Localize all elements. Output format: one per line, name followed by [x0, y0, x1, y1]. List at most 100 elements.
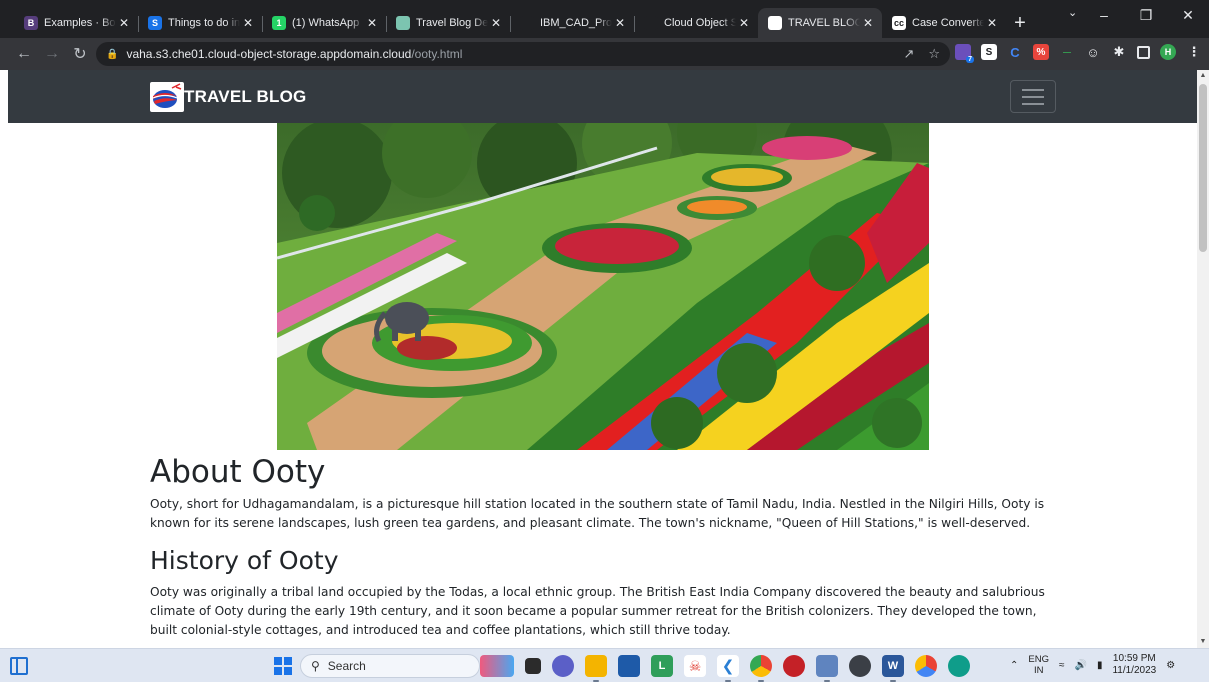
- wifi-icon[interactable]: ≈: [1059, 660, 1065, 671]
- forward-icon[interactable]: →: [38, 40, 66, 68]
- tab-favicon-icon: [768, 16, 782, 30]
- side-panel-icon[interactable]: [1137, 45, 1150, 59]
- volume-icon[interactable]: 🔊: [1074, 660, 1086, 671]
- extension-zotero-icon[interactable]: %: [1033, 44, 1049, 60]
- browser-tab[interactable]: B Examples · Boo ✕: [14, 8, 138, 38]
- bookmark-star-icon[interactable]: ☆: [928, 46, 940, 62]
- browser-tab-strip: B Examples · Boo ✕ S Things to do in ✕ 1 (1) Wh…: [0, 0, 1209, 38]
- share-icon[interactable]: ↗: [903, 46, 914, 62]
- edge-icon[interactable]: [948, 655, 970, 677]
- tab-close-icon[interactable]: ✕: [984, 16, 1000, 30]
- extensions-puzzle-icon[interactable]: ✱: [1111, 44, 1127, 60]
- widgets-icon[interactable]: [10, 657, 28, 675]
- tab-title: IBM_CAD_Proje: [540, 17, 612, 29]
- browser-tab[interactable]: Cloud Object St ✕: [634, 8, 758, 38]
- language-bottom: IN: [1033, 665, 1044, 676]
- extensions-area: 7 S C % — ☺ ✱ H ⋮: [955, 44, 1202, 63]
- microsoft-store-icon[interactable]: [618, 655, 640, 677]
- github-desktop-icon[interactable]: [849, 655, 871, 677]
- tab-title: Cloud Object St: [664, 17, 736, 29]
- extension-green-icon[interactable]: —: [1059, 44, 1075, 60]
- profile-avatar[interactable]: H: [1160, 44, 1176, 60]
- teams-chat-icon[interactable]: [552, 655, 574, 677]
- browser-tab[interactable]: S Things to do in ✕: [138, 8, 262, 38]
- libreoffice-icon[interactable]: L: [651, 655, 673, 677]
- notifications-icon[interactable]: ⚙: [1166, 660, 1175, 671]
- browser-tab[interactable]: IBM_CAD_Proje✕: [510, 8, 634, 38]
- tab-close-icon[interactable]: ✕: [736, 16, 752, 30]
- tab-title: Examples · Boo: [44, 17, 116, 29]
- minimize-icon[interactable]: –: [1083, 0, 1125, 30]
- tab-favicon-icon: cc: [892, 16, 906, 30]
- ooty-garden-hero-image: [277, 123, 929, 450]
- tab-close-icon[interactable]: ✕: [116, 16, 132, 30]
- search-highlight-icon[interactable]: [480, 655, 514, 677]
- tab-list: B Examples · Boo ✕ S Things to do in ✕ 1 (1) Wh…: [0, 8, 1006, 38]
- address-host: vaha.s3.che01.cloud-object-storage.appdo…: [126, 47, 412, 61]
- file-explorer-icon[interactable]: [585, 655, 607, 682]
- back-icon[interactable]: ←: [10, 40, 38, 68]
- reload-icon[interactable]: ↻: [66, 40, 94, 68]
- site-navbar: TRAVEL BLOG: [8, 70, 1197, 123]
- tab-favicon-icon: S: [148, 16, 162, 30]
- tab-close-icon[interactable]: ✕: [364, 16, 380, 30]
- tab-close-icon[interactable]: ✕: [860, 16, 876, 30]
- page-scrollbar[interactable]: ▲ ▼: [1197, 70, 1209, 648]
- browser-tab[interactable]: TRAVEL BLOG ✕: [758, 8, 882, 38]
- address-bar[interactable]: 🔒 vaha.s3.che01.cloud-object-storage.app…: [96, 42, 950, 66]
- tab-favicon-icon: 1: [272, 16, 286, 30]
- browser-tab[interactable]: cc Case Converter ✕: [882, 8, 1006, 38]
- tab-close-icon[interactable]: ✕: [612, 16, 628, 30]
- lock-icon[interactable]: 🔒: [106, 49, 118, 60]
- extension-c-icon[interactable]: C: [1007, 44, 1023, 60]
- site-brand[interactable]: TRAVEL BLOG: [150, 82, 306, 112]
- tab-close-icon[interactable]: ✕: [488, 16, 504, 30]
- about-heading: About Ooty: [150, 454, 326, 490]
- address-path: /ooty.html: [411, 47, 463, 61]
- tab-title: Case Converter: [912, 17, 984, 29]
- extension-badge-icon[interactable]: 7: [955, 44, 974, 63]
- system-clock[interactable]: 10:59 PM 11/1/2023: [1112, 653, 1156, 677]
- about-paragraph: Ooty, short for Udhagamandalam, is a pic…: [150, 497, 1045, 530]
- chrome-icon[interactable]: [750, 655, 772, 682]
- restore-icon[interactable]: ❐: [1125, 0, 1167, 30]
- extension-face-icon[interactable]: ☺: [1085, 44, 1101, 60]
- scroll-down-icon[interactable]: ▼: [1197, 636, 1209, 648]
- language-indicator[interactable]: ENG IN: [1028, 654, 1049, 676]
- start-windows-icon[interactable]: [274, 657, 292, 675]
- windows-taskbar: ⚲ Search L ☠ ❮ W ⌃ ENG IN ≈ 🔊 ▮ 10:59 PM…: [0, 648, 1209, 682]
- tab-title: TRAVEL BLOG: [788, 17, 860, 29]
- battery-icon[interactable]: ▮: [1097, 660, 1103, 671]
- scrollbar-thumb[interactable]: [1199, 84, 1207, 252]
- extension-badge-count: 7: [966, 56, 974, 63]
- notepad-icon[interactable]: [816, 655, 838, 682]
- tray-overflow-chevron-icon[interactable]: ⌃: [1010, 660, 1018, 671]
- tab-close-icon[interactable]: ✕: [240, 16, 256, 30]
- history-paragraph: Ooty was originally a tribal land occupi…: [150, 585, 1045, 637]
- browser-tab[interactable]: Travel Blog Dev ✕: [386, 8, 510, 38]
- taskbar-search-box[interactable]: ⚲ Search: [300, 654, 480, 678]
- opera-icon[interactable]: [783, 655, 805, 677]
- scroll-up-icon[interactable]: ▲: [1197, 70, 1209, 82]
- system-tray: ⌃ ENG IN ≈ 🔊 ▮ 10:59 PM 11/1/2023 ⚙: [1010, 653, 1175, 677]
- language-top: ENG: [1028, 654, 1049, 665]
- task-view-icon[interactable]: [525, 658, 541, 674]
- tab-title: Travel Blog Dev: [416, 17, 488, 29]
- chrome-canary-icon[interactable]: [915, 655, 937, 677]
- tab-favicon-icon: B: [24, 16, 38, 30]
- browser-toolbar: ← → ↻ 🔒 vaha.s3.che01.cloud-object-stora…: [0, 38, 1209, 70]
- close-window-icon[interactable]: ✕: [1167, 0, 1209, 30]
- new-tab-button[interactable]: +: [1006, 8, 1034, 38]
- word-icon[interactable]: W: [882, 655, 904, 682]
- extension-s-icon[interactable]: S: [981, 44, 997, 60]
- tab-title: Things to do in: [168, 17, 240, 29]
- brave-browser-icon[interactable]: ☠: [684, 655, 706, 677]
- browser-menu-icon[interactable]: ⋮: [1186, 44, 1202, 60]
- search-icon: ⚲: [311, 659, 320, 673]
- history-heading: History of Ooty: [150, 546, 339, 575]
- vscode-icon[interactable]: ❮: [717, 655, 739, 682]
- tab-search-icon[interactable]: ⌄: [1068, 6, 1077, 19]
- browser-tab[interactable]: 1 (1) WhatsApp ✕: [262, 8, 386, 38]
- page-viewport: TRAVEL BLOG About Ooty Ooty, short for U…: [8, 70, 1197, 648]
- navbar-toggler-menu-icon[interactable]: [1010, 80, 1056, 113]
